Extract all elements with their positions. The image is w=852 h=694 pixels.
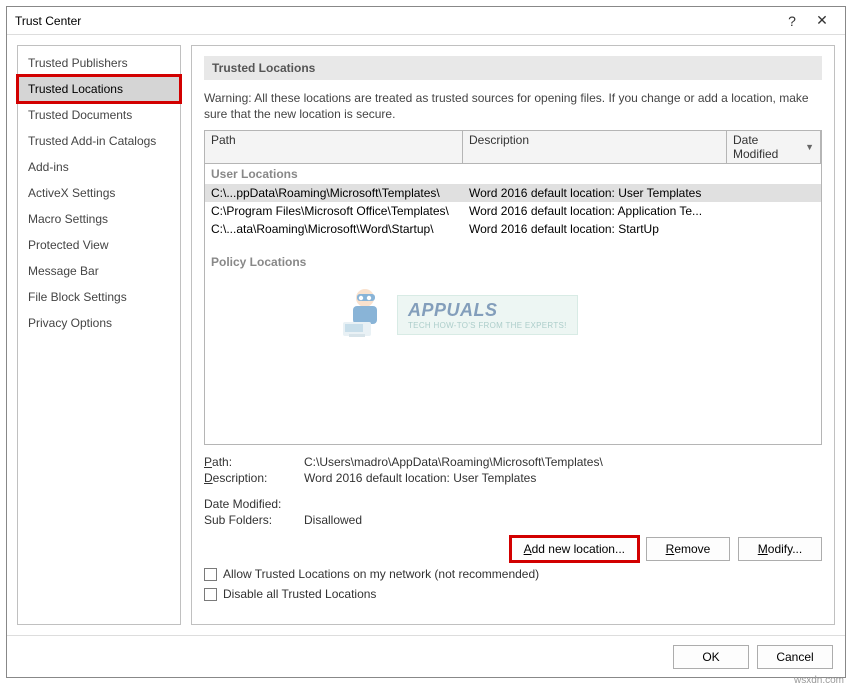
mascot-icon — [335, 284, 391, 346]
table-row[interactable]: C:\...ata\Roaming\Microsoft\Word\Startup… — [205, 220, 821, 238]
detail-date-modified-value — [304, 497, 822, 511]
table-header: Path Description Date Modified ▼ — [205, 131, 821, 164]
table-row[interactable]: C:\Program Files\Microsoft Office\Templa… — [205, 202, 821, 220]
detail-description-value: Word 2016 default location: User Templat… — [304, 471, 822, 485]
sidebar-item-trusted-locations[interactable]: Trusted Locations — [18, 76, 180, 102]
detail-description-label: Description: — [204, 471, 304, 485]
source-attribution: wsxdn.com — [794, 675, 844, 686]
watermark-box: APPUALS TECH HOW-TO'S FROM THE EXPERTS! — [397, 295, 578, 335]
sidebar-item-addins[interactable]: Add-ins — [18, 154, 180, 180]
column-header-description[interactable]: Description — [463, 131, 727, 163]
main-panel: Trusted Locations Warning: All these loc… — [191, 45, 835, 625]
titlebar: Trust Center ? ✕ — [7, 7, 845, 35]
add-new-location-button[interactable]: Add new location... — [511, 537, 638, 561]
section-heading: Trusted Locations — [204, 56, 822, 80]
category-sidebar: Trusted Publishers Trusted Locations Tru… — [17, 45, 181, 625]
detail-path-value: C:\Users\madro\AppData\Roaming\Microsoft… — [304, 455, 822, 469]
ok-button[interactable]: OK — [673, 645, 749, 669]
detail-date-modified-label: Date Modified: — [204, 497, 304, 511]
trust-center-dialog: Trust Center ? ✕ Trusted Publishers Trus… — [6, 6, 846, 678]
selected-location-details: Path: C:\Users\madro\AppData\Roaming\Mic… — [204, 455, 822, 529]
column-header-date-modified[interactable]: Date Modified ▼ — [727, 131, 821, 163]
window-title: Trust Center — [15, 14, 777, 28]
sidebar-item-trusted-documents[interactable]: Trusted Documents — [18, 102, 180, 128]
sidebar-item-activex-settings[interactable]: ActiveX Settings — [18, 180, 180, 206]
sidebar-item-macro-settings[interactable]: Macro Settings — [18, 206, 180, 232]
cell-description: Word 2016 default location: User Templat… — [463, 185, 727, 201]
sort-descending-icon: ▼ — [805, 142, 814, 152]
cancel-button[interactable]: Cancel — [757, 645, 833, 669]
watermark-tagline: TECH HOW-TO'S FROM THE EXPERTS! — [408, 321, 567, 330]
allow-network-row[interactable]: Allow Trusted Locations on my network (n… — [204, 567, 822, 581]
cell-description: Word 2016 default location: Application … — [463, 203, 727, 219]
cell-description: Word 2016 default location: StartUp — [463, 221, 727, 237]
watermark: APPUALS TECH HOW-TO'S FROM THE EXPERTS! — [335, 284, 578, 346]
cell-path: C:\...ata\Roaming\Microsoft\Word\Startup… — [205, 221, 463, 237]
modify-button[interactable]: Modify... — [738, 537, 822, 561]
cell-date — [727, 203, 821, 219]
close-button[interactable]: ✕ — [807, 12, 837, 29]
column-header-path[interactable]: Path — [205, 131, 463, 163]
table-body[interactable]: User Locations C:\...ppData\Roaming\Micr… — [205, 164, 821, 444]
cell-path: C:\...ppData\Roaming\Microsoft\Templates… — [205, 185, 463, 201]
dialog-footer: OK Cancel — [7, 635, 845, 677]
cell-date — [727, 221, 821, 237]
allow-network-checkbox[interactable] — [204, 568, 217, 581]
watermark-brand: APPUALS — [408, 300, 567, 321]
group-user-locations: User Locations — [205, 164, 821, 184]
location-buttons: Add new location... Remove Modify... — [204, 537, 822, 561]
table-row[interactable]: C:\...ppData\Roaming\Microsoft\Templates… — [205, 184, 821, 202]
cell-path: C:\Program Files\Microsoft Office\Templa… — [205, 203, 463, 219]
cell-date — [727, 185, 821, 201]
sidebar-item-protected-view[interactable]: Protected View — [18, 232, 180, 258]
help-button[interactable]: ? — [777, 13, 807, 29]
sidebar-item-message-bar[interactable]: Message Bar — [18, 258, 180, 284]
disable-all-checkbox[interactable] — [204, 588, 217, 601]
sidebar-item-file-block-settings[interactable]: File Block Settings — [18, 284, 180, 310]
disable-all-row[interactable]: Disable all Trusted Locations — [204, 587, 822, 601]
dialog-body: Trusted Publishers Trusted Locations Tru… — [7, 35, 845, 635]
sidebar-item-trusted-publishers[interactable]: Trusted Publishers — [18, 50, 180, 76]
warning-text: Warning: All these locations are treated… — [204, 90, 822, 122]
disable-all-label: Disable all Trusted Locations — [223, 587, 376, 601]
sidebar-item-privacy-options[interactable]: Privacy Options — [18, 310, 180, 336]
sidebar-item-trusted-addin-catalogs[interactable]: Trusted Add-in Catalogs — [18, 128, 180, 154]
locations-table: Path Description Date Modified ▼ User Lo… — [204, 130, 822, 445]
allow-network-label: Allow Trusted Locations on my network (n… — [223, 567, 539, 581]
column-header-date-label: Date Modified — [733, 133, 803, 161]
detail-subfolders-label: Sub Folders: — [204, 513, 304, 527]
group-policy-locations: Policy Locations — [205, 252, 821, 272]
detail-path-label: Path: — [204, 455, 304, 469]
remove-button[interactable]: Remove — [646, 537, 730, 561]
detail-subfolders-value: Disallowed — [304, 513, 822, 527]
